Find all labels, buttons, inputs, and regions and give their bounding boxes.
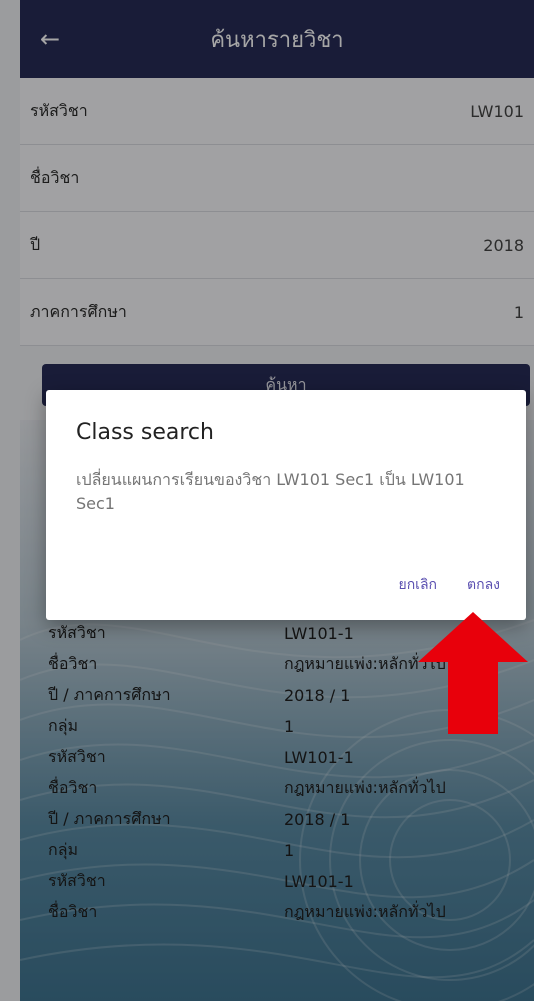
cancel-button[interactable]: ยกเลิก (394, 572, 441, 598)
app-screen: ← ค้นหารายวิชา รหัสวิชา LW101 ชื่อวิชา ป… (0, 0, 534, 1001)
ok-button[interactable]: ตกลง (463, 572, 504, 598)
red-up-arrow-icon (418, 612, 528, 734)
dialog-title: Class search (76, 420, 214, 445)
class-search-dialog: Class search เปลี่ยนแผนการเรียนของวิชา L… (46, 390, 526, 620)
dialog-actions: ยกเลิก ตกลง (394, 572, 504, 598)
dialog-message: เปลี่ยนแผนการเรียนของวิชา LW101 Sec1 เป็… (76, 470, 465, 513)
